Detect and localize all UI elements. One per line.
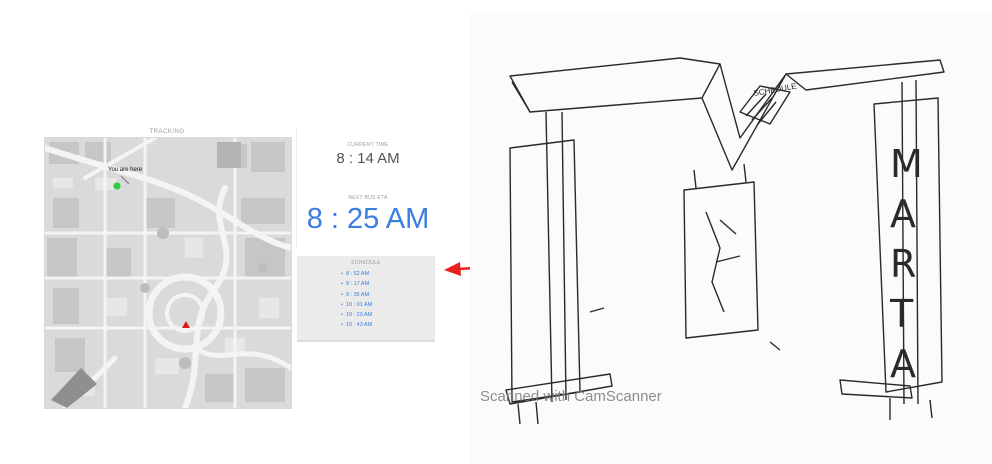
tracking-map[interactable] [44,137,292,409]
sign-letter: M [890,142,923,186]
current-time-value: 8 : 14 AM [336,150,400,167]
schedule-item: 9 : 35 AM [341,290,372,300]
you-are-here-label: You are here [108,167,143,173]
schedule-panel: SCHEDULE 8 : 52 AM 9 : 17 AM 9 : 35 AM 1… [297,256,435,342]
map-canvas [45,138,291,408]
schedule-list: 8 : 52 AM 9 : 17 AM 9 : 35 AM 10 : 01 AM… [341,269,372,331]
scanner-watermark: Scanned with CamScanner [480,388,662,405]
sign-letter: A [890,342,916,386]
panel-divider [296,128,297,248]
schedule-item: 10 : 01 AM [341,300,372,310]
you-are-here-marker [113,182,121,190]
schedule-item: 10 : 43 AM [341,320,372,330]
tracking-title: TRACKING [149,129,185,135]
sign-letter: T [889,292,914,336]
next-bus-eta-value: 8 : 25 AM [306,203,430,235]
schedule-item: 8 : 52 AM [341,269,372,279]
schedule-item: 10 : 20 AM [341,310,372,320]
next-bus-eta-label: NEXT BUS ETA [348,195,388,201]
schedule-title: SCHEDULE [351,260,381,266]
sign-letter: A [890,192,916,236]
schedule-item: 9 : 17 AM [341,279,372,289]
arrow-head-icon [444,262,461,276]
sign-letter: R [890,242,916,286]
current-time-label: CURRENT TIME [347,142,389,148]
